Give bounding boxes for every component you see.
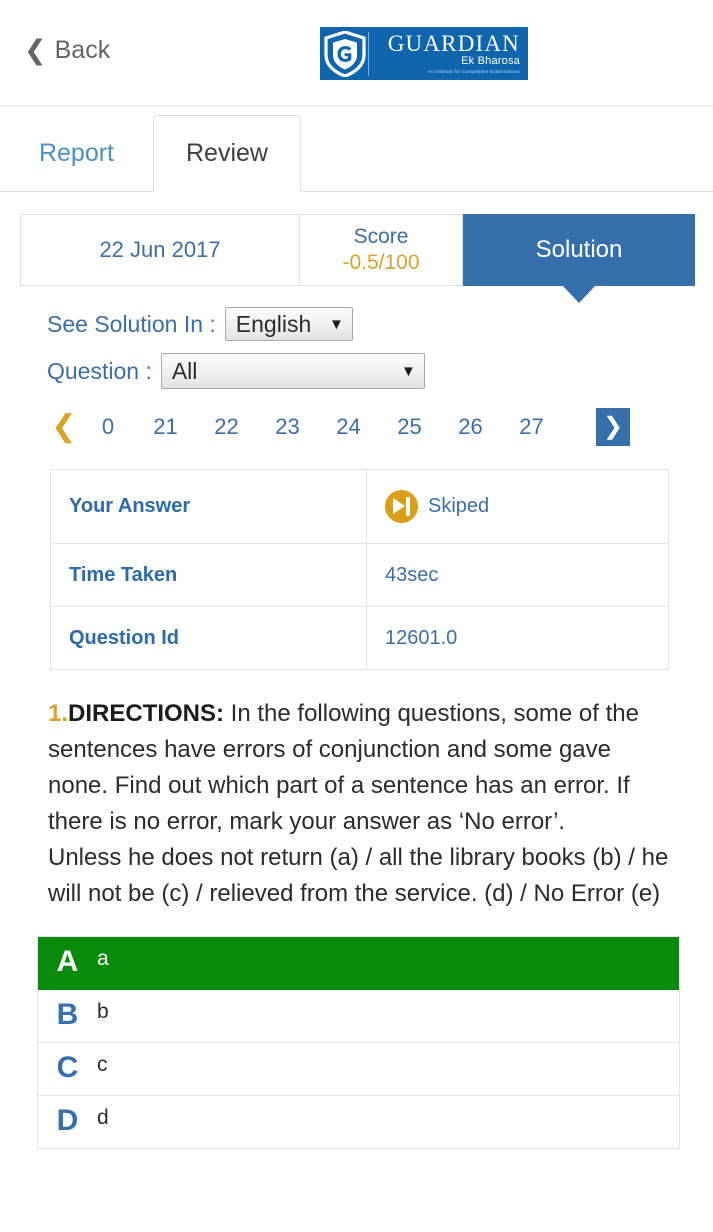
question-meta-table: Your Answer Skiped Time Taken 43sec Ques… <box>50 469 669 670</box>
tab-bar: Report Review <box>0 106 713 192</box>
question-selector-row: Question : All ▼ <box>47 351 713 391</box>
pagination-page-0[interactable]: 0 <box>81 414 135 440</box>
review-solution-page: ❮ Back GUARDIAN Ek Bharosa An Institute … <box>0 0 713 1232</box>
shield-icon <box>324 29 366 78</box>
pagination-next-button[interactable]: ❯ <box>596 408 630 446</box>
option-d-letter: D <box>56 1104 79 1137</box>
score-label: Score <box>353 225 409 248</box>
pagination-page-27[interactable]: 27 <box>501 414 562 440</box>
back-button-label: Back <box>54 36 111 64</box>
question-filter-label: Question : <box>47 357 152 384</box>
option-b-letter: B <box>56 998 79 1031</box>
option-a-letter: A <box>56 945 79 978</box>
tab-report[interactable]: Report <box>0 115 153 192</box>
option-c[interactable]: C c <box>38 1043 679 1096</box>
chevron-down-icon: ▼ <box>328 315 344 333</box>
skip-forward-icon <box>385 490 418 523</box>
logo-text-block: GUARDIAN Ek Bharosa An Institute for Com… <box>375 32 524 75</box>
question-directions-label: DIRECTIONS: <box>68 700 225 727</box>
back-button[interactable]: ❮ Back <box>24 36 110 65</box>
solution-tab-label: Solution <box>535 236 623 263</box>
option-b[interactable]: B b <box>38 990 679 1043</box>
question-select-value: All <box>171 357 198 384</box>
your-answer-value-cell: Skiped <box>367 470 668 543</box>
pagination-page-22[interactable]: 22 <box>196 414 257 440</box>
time-taken-label: Time Taken <box>51 544 367 606</box>
option-d[interactable]: D d <box>38 1096 679 1149</box>
your-answer-value: Skiped <box>428 495 490 517</box>
time-taken-value: 43sec <box>385 563 439 586</box>
table-row: Question Id 12601.0 <box>51 607 668 670</box>
pagination-page-21[interactable]: 21 <box>135 414 196 440</box>
question-select[interactable]: All ▼ <box>160 353 425 389</box>
logo-name: GUARDIAN <box>387 31 520 56</box>
answer-options-list: A a B b C c D d <box>37 936 680 1149</box>
option-b-text: b <box>97 1000 109 1023</box>
score-value: -0.5/100 <box>342 251 420 274</box>
tab-review[interactable]: Review <box>153 115 301 192</box>
question-body: 1.DIRECTIONS: In the following questions… <box>48 696 675 912</box>
table-row: Your Answer Skiped <box>51 470 668 544</box>
your-answer-label: Your Answer <box>51 470 367 543</box>
option-a-text: a <box>97 947 109 970</box>
table-row: Time Taken 43sec <box>51 544 668 607</box>
language-label: See Solution In : <box>47 310 216 337</box>
chevron-left-icon: ❮ <box>24 35 47 65</box>
logo-subtitle: Ek Bharosa <box>461 55 520 67</box>
language-select[interactable]: English ▼ <box>224 307 353 341</box>
option-c-text: c <box>97 1053 108 1076</box>
option-a[interactable]: A a <box>38 937 679 990</box>
logo-divider <box>368 31 369 76</box>
solution-tab[interactable]: Solution <box>463 214 695 303</box>
chevron-down-icon: ▼ <box>400 362 416 380</box>
test-date: 22 Jun 2017 <box>21 215 300 285</box>
app-header: ❮ Back GUARDIAN Ek Bharosa An Institute … <box>0 0 713 106</box>
pagination-page-26[interactable]: 26 <box>440 414 501 440</box>
language-selector-row: See Solution In : English ▼ <box>47 304 713 344</box>
option-c-letter: C <box>56 1051 79 1084</box>
question-pagination: ❮ 0 21 22 23 24 25 26 27 ❯ <box>47 405 713 449</box>
pagination-page-25[interactable]: 25 <box>379 414 440 440</box>
pagination-prev-button[interactable]: ❮ <box>47 412 81 442</box>
pagination-page-23[interactable]: 23 <box>257 414 318 440</box>
solution-pointer-icon <box>562 285 596 303</box>
test-info-strip: 22 Jun 2017 Score -0.5/100 Solution <box>20 214 695 303</box>
language-select-value: English <box>235 310 312 337</box>
question-number: 1. <box>48 700 69 727</box>
logo-tagline: An Institute for Competitive Examination… <box>427 68 520 75</box>
pagination-page-24[interactable]: 24 <box>318 414 379 440</box>
question-id-label: Question Id <box>51 607 367 669</box>
guardian-logo: GUARDIAN Ek Bharosa An Institute for Com… <box>320 27 528 80</box>
question-sentence: Unless he does not return (a) / all the … <box>48 844 669 907</box>
option-d-text: d <box>97 1106 109 1129</box>
score-cell: Score -0.5/100 <box>300 215 463 285</box>
question-id-value: 12601.0 <box>385 626 458 649</box>
